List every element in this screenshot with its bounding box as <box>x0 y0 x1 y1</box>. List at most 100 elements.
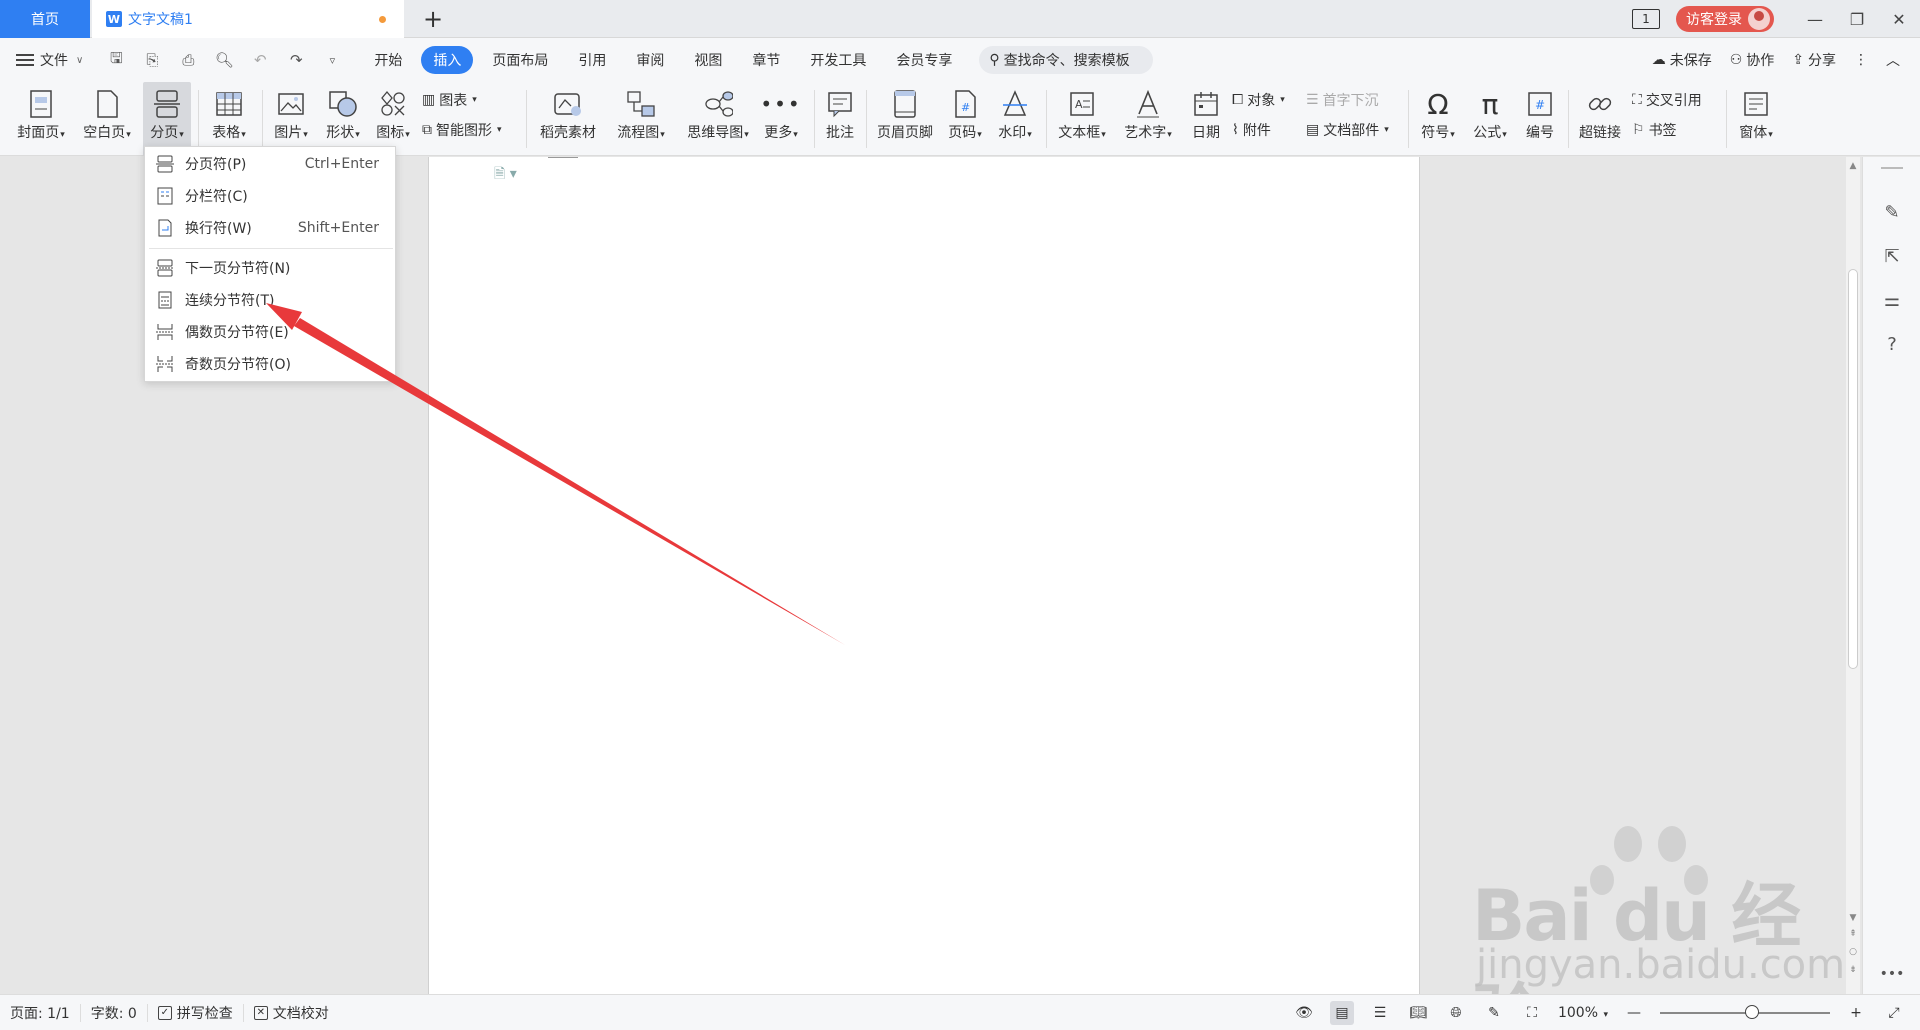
picture-button[interactable]: 图片▾ <box>266 82 316 156</box>
menu-item-page-break[interactable]: 分页符(P) Ctrl+Enter <box>145 149 397 179</box>
cover-page-button[interactable]: 封面页▾ <box>12 82 70 156</box>
redo-icon[interactable]: ↷ <box>283 51 309 69</box>
zoom-slider[interactable] <box>1660 1005 1830 1019</box>
symbol-button[interactable]: Ω 符号▾ <box>1414 82 1462 156</box>
smart-art-button[interactable]: ⧉ 智能图形 ▾ <box>422 120 502 140</box>
collapse-ribbon-icon[interactable]: ︿ <box>1886 50 1900 70</box>
icon-library-button[interactable]: 图标▾ <box>370 82 416 156</box>
page-view-icon[interactable]: ▤ <box>1329 1001 1354 1025</box>
edit-pen-icon[interactable]: ✎ <box>1879 199 1905 225</box>
textbox-button[interactable]: A 文本框▾ <box>1052 82 1112 156</box>
chart-button[interactable]: ▥ 图表 ▾ <box>422 90 477 110</box>
close-window-button[interactable]: ✕ <box>1878 0 1920 38</box>
scroll-down-arrow[interactable]: ▼ <box>1846 913 1860 923</box>
menu-item-column-break[interactable]: 分栏符(C) <box>145 181 397 211</box>
object-button[interactable]: ⧠ 对象 ▾ <box>1232 90 1285 110</box>
menu-page-layout[interactable]: 页面布局 <box>477 46 563 74</box>
menu-item-next-page-section-break[interactable]: 下一页分节符(N) <box>145 253 397 283</box>
numbering-button[interactable]: # 编号 <box>1518 82 1562 156</box>
word-count[interactable]: 字数: 0 <box>81 1003 148 1022</box>
minimize-button[interactable]: — <box>1794 0 1836 38</box>
fullscreen-icon[interactable]: ⤢ <box>1882 1001 1906 1025</box>
more-button[interactable]: ••• 更多▾ <box>758 82 804 156</box>
collaborate-button[interactable]: ⚇ 协作 <box>1730 50 1775 70</box>
more-panel-icon[interactable]: ••• <box>1879 961 1905 987</box>
shape-button[interactable]: 形状▾ <box>318 82 368 156</box>
scroll-up-arrow[interactable]: ▲ <box>1846 161 1860 171</box>
file-menu[interactable]: 文件 ∨ <box>16 50 83 70</box>
mindmap-button[interactable]: 思维导图▾ <box>680 82 756 156</box>
document-page[interactable] <box>428 157 1420 994</box>
header-footer-button[interactable]: 页眉页脚 <box>872 82 938 156</box>
form-window-button[interactable]: 窗体▾ <box>1732 82 1780 156</box>
eye-protection-icon[interactable]: 👁︎ <box>1292 1001 1316 1025</box>
spell-check-toggle[interactable]: ✓ 拼写检查 <box>148 1003 244 1022</box>
menu-developer[interactable]: 开发工具 <box>795 46 881 74</box>
reading-view-icon[interactable]: 📖︎ <box>1406 1001 1430 1025</box>
date-button[interactable]: 日期 <box>1186 82 1226 156</box>
unsaved-status[interactable]: ☁ 未保存 <box>1652 50 1712 70</box>
more-options-icon[interactable]: ⋮ <box>1854 52 1868 68</box>
new-tab-button[interactable]: + <box>420 5 446 33</box>
menu-insert[interactable]: 插入 <box>421 46 474 74</box>
fit-page-icon[interactable]: ⛶ <box>1520 1001 1544 1025</box>
print-icon[interactable]: ⎙ <box>175 51 201 69</box>
customize-quick-access-icon[interactable]: ▿ <box>319 54 345 67</box>
zoom-level[interactable]: 100% ▾ <box>1558 1005 1608 1021</box>
page-number-button[interactable]: # 页码▾ <box>942 82 988 156</box>
print-preview-icon[interactable]: 🔍︎ <box>211 51 237 69</box>
zoom-in-button[interactable]: + <box>1844 1001 1868 1025</box>
comment-button[interactable]: 批注 <box>818 82 862 156</box>
hyperlink-button[interactable]: 超链接 <box>1572 82 1628 156</box>
tab-document[interactable]: W 文字文稿1 <box>92 0 404 38</box>
settings-sliders-icon[interactable]: ⚌ <box>1879 287 1905 313</box>
menu-item-even-page-section-break[interactable]: 偶数页分节符(E) <box>145 317 397 347</box>
blank-page-button[interactable]: 空白页▾ <box>78 82 136 156</box>
bookmark-button[interactable]: ⚐ 书签 <box>1632 120 1677 140</box>
outline-view-icon[interactable]: ☰ <box>1368 1001 1392 1025</box>
table-button[interactable]: 表格▾ <box>204 82 254 156</box>
menu-view[interactable]: 视图 <box>679 46 737 74</box>
select-browse-object-icon[interactable]: ○ <box>1846 947 1860 957</box>
workspace-count-icon[interactable]: 1 <box>1632 9 1660 29</box>
vertical-scrollbar[interactable]: ▲ ▼ ⇞ ○ ⇟ <box>1846 157 1860 994</box>
prev-page-icon[interactable]: ⇞ <box>1846 929 1860 939</box>
document-parts-button[interactable]: ▤ 文档部件 ▾ <box>1306 120 1389 140</box>
command-search[interactable]: ⚲ 查找命令、搜索模板 <box>979 46 1154 74</box>
attachment-button[interactable]: ⌇ 附件 <box>1232 120 1271 140</box>
export-pdf-icon[interactable]: ⎘ <box>139 51 165 69</box>
menu-start[interactable]: 开始 <box>359 46 417 74</box>
menu-chapter[interactable]: 章节 <box>737 46 795 74</box>
cross-reference-button[interactable]: ⛶ 交叉引用 <box>1632 90 1702 110</box>
restore-button[interactable]: ❐ <box>1836 0 1878 38</box>
doc-proofread-button[interactable]: ✕ 文档校对 <box>244 1004 339 1022</box>
menu-item-odd-page-section-break[interactable]: 奇数页分节符(O) <box>145 349 397 379</box>
guest-login-button[interactable]: 访客登录 <box>1676 6 1774 32</box>
daoke-material-button[interactable]: 稻壳素材 <box>534 82 602 156</box>
menu-item-continuous-section-break[interactable]: 连续分节符(T) <box>145 285 397 315</box>
undo-icon[interactable]: ↶ <box>247 51 273 69</box>
zoom-slider-knob[interactable] <box>1745 1005 1759 1019</box>
share-button[interactable]: ⇪ 分享 <box>1792 50 1836 70</box>
web-view-icon[interactable]: 🌐︎ <box>1444 1001 1468 1025</box>
next-page-icon[interactable]: ⇟ <box>1846 965 1860 975</box>
help-icon[interactable]: ? <box>1879 331 1905 357</box>
drop-cap-button[interactable]: ☰ 首字下沉 <box>1306 90 1379 110</box>
scrollbar-thumb[interactable] <box>1848 269 1858 669</box>
menu-references[interactable]: 引用 <box>563 46 621 74</box>
menu-review[interactable]: 审阅 <box>621 46 679 74</box>
page-count[interactable]: 页面: 1/1 <box>0 1003 81 1022</box>
page-break-button[interactable]: 分页▾ <box>143 82 191 156</box>
flowchart-button[interactable]: 流程图▾ <box>610 82 672 156</box>
tab-home[interactable]: 首页 <box>0 0 90 38</box>
select-cursor-icon[interactable]: ⇱ <box>1879 243 1905 269</box>
save-icon[interactable]: 🖫 <box>103 48 129 73</box>
menu-member[interactable]: 会员专享 <box>881 46 967 74</box>
wordart-button[interactable]: 艺术字▾ <box>1118 82 1178 156</box>
zoom-out-button[interactable]: — <box>1622 1001 1646 1025</box>
formula-button[interactable]: π 公式▾ <box>1466 82 1514 156</box>
watermark-button[interactable]: 水印▾ <box>992 82 1038 156</box>
menu-item-line-break[interactable]: 换行符(W) Shift+Enter <box>145 213 397 243</box>
paste-options-icon[interactable]: 🗎 ▾ <box>494 163 517 187</box>
write-mode-icon[interactable]: ✎ <box>1482 1001 1506 1025</box>
